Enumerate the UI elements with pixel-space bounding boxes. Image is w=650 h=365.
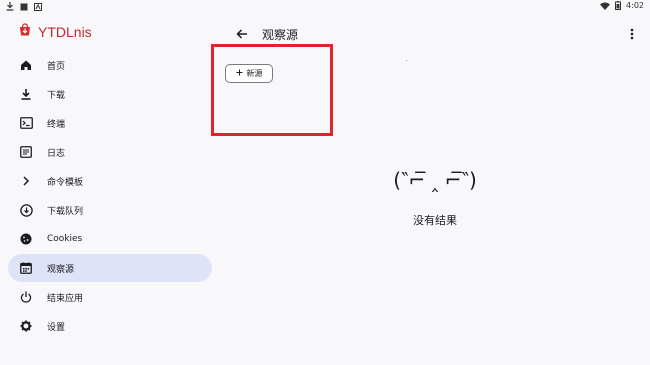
back-arrow-icon[interactable]: [234, 26, 250, 42]
app-notification-icon: [34, 2, 42, 11]
battery-icon: [615, 1, 622, 10]
app-logo-icon: [18, 22, 32, 41]
sidebar-item-command-templates[interactable]: 命令模板: [8, 167, 212, 195]
home-icon: [18, 57, 34, 73]
sidebar-item-download[interactable]: 下载: [8, 80, 212, 108]
log-icon: [18, 144, 34, 160]
download-icon: [18, 86, 34, 102]
square-notification-icon: [20, 3, 28, 11]
status-time: 4:02: [626, 1, 644, 10]
gear-icon: [18, 318, 34, 334]
sidebar-item-label: 下载: [47, 90, 66, 101]
app-brand: YTDLnis: [18, 22, 92, 41]
sidebar-item-download-queue[interactable]: 下载队列: [8, 196, 212, 224]
empty-state-message: 没有结果: [413, 214, 457, 227]
sidebar-item-label: 日志: [47, 148, 66, 159]
sidebar-item-label: 下载队列: [47, 206, 84, 217]
download-notification-icon: [6, 2, 14, 11]
more-vert-icon[interactable]: [628, 26, 636, 42]
dot-marker: [406, 60, 407, 61]
terminal-icon: [18, 115, 34, 131]
wifi-icon: [600, 2, 611, 10]
calendar-icon: [18, 260, 34, 276]
sidebar-item-label: 终端: [47, 119, 66, 130]
status-bar: 4:02: [0, 0, 650, 14]
sidebar-item-home[interactable]: 首页: [8, 51, 212, 79]
navigation-drawer: YTDLnis 首页 下载 终端 日志 命令模板 下载队列 Cookies 观察…: [0, 14, 220, 365]
sidebar-item-log[interactable]: 日志: [8, 138, 212, 166]
sidebar-item-cookies[interactable]: Cookies: [8, 225, 212, 253]
page-title: 观察源: [262, 28, 299, 42]
cookie-icon: [18, 231, 34, 247]
sidebar-item-label: 结束应用: [47, 293, 84, 304]
empty-state-face: (‶⌐̅ ‸ ⌐̅‶): [393, 168, 477, 192]
sidebar-item-terminal[interactable]: 终端: [8, 109, 212, 137]
sidebar-item-exit-app[interactable]: 结束应用: [8, 283, 212, 311]
sidebar-item-label: Cookies: [47, 234, 83, 244]
power-icon: [18, 289, 34, 305]
sidebar-item-observe-sources[interactable]: 观察源: [8, 254, 212, 282]
sidebar-item-label: 设置: [47, 322, 66, 333]
sidebar-item-settings[interactable]: 设置: [8, 312, 212, 340]
sidebar-item-label: 观察源: [47, 264, 75, 275]
highlight-box: [211, 44, 333, 136]
sidebar-item-label: 命令模板: [47, 177, 84, 188]
app-title: YTDLnis: [38, 23, 92, 40]
chevron-right-icon: [18, 173, 34, 189]
download-queue-icon: [18, 202, 34, 218]
sidebar-item-label: 首页: [47, 61, 66, 72]
